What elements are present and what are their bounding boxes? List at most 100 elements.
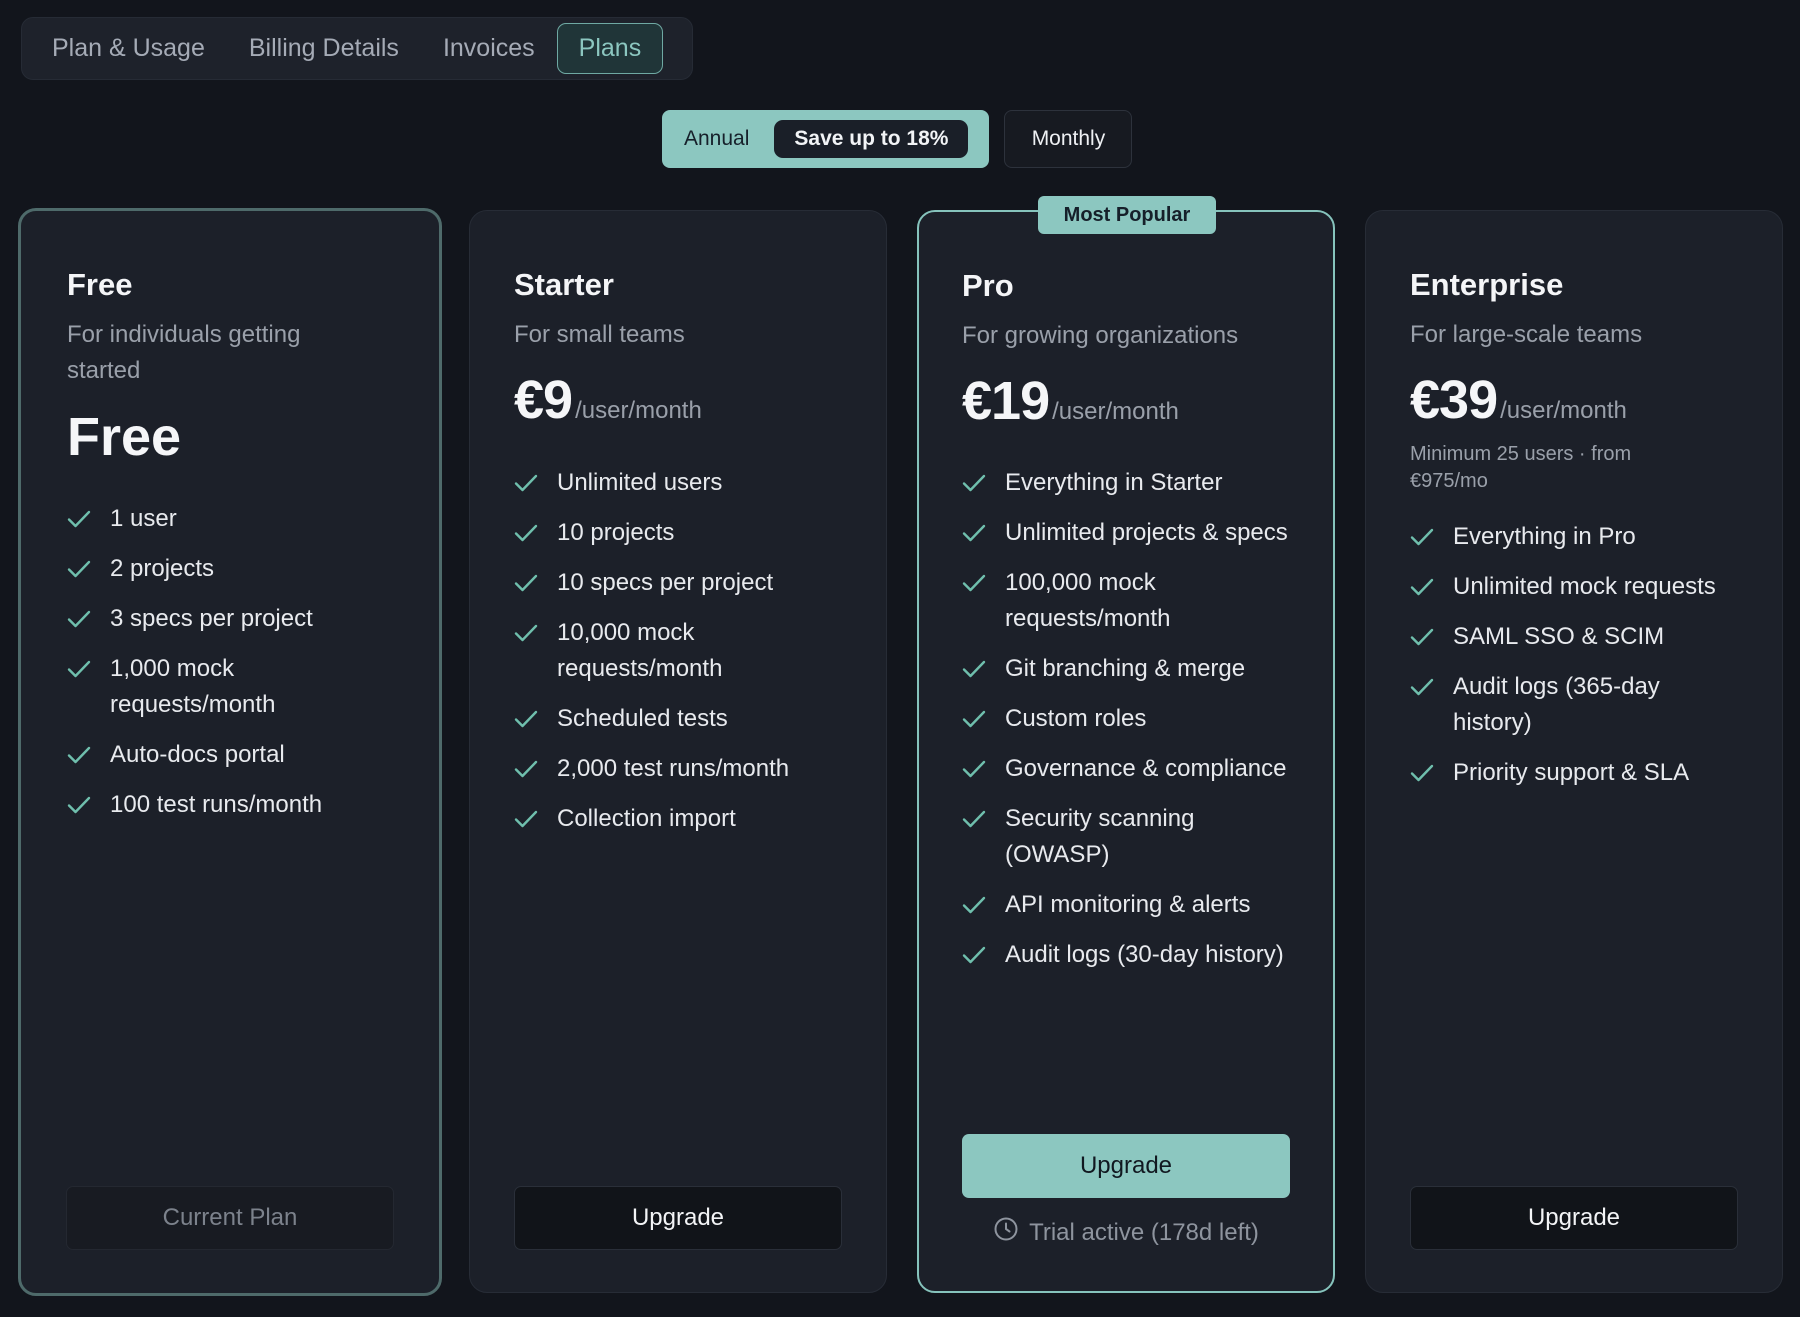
trial-status: Trial active (178d left) xyxy=(919,1216,1333,1249)
feature-item: 2,000 test runs/month xyxy=(514,751,844,787)
feature-item: 10,000 mock requests/month xyxy=(514,615,844,687)
feature-item: Unlimited users xyxy=(514,465,844,501)
check-icon xyxy=(514,465,540,501)
monthly-option[interactable]: Monthly xyxy=(1004,110,1133,168)
feature-item: 1 user xyxy=(67,501,397,537)
feature-list: Everything in Starter Unlimited projects … xyxy=(962,465,1292,987)
check-icon xyxy=(514,701,540,737)
upgrade-button-starter[interactable]: Upgrade xyxy=(514,1186,842,1250)
feature-text: Governance & compliance xyxy=(1005,755,1287,782)
billing-tabs: Plan & Usage Billing Details Invoices Pl… xyxy=(21,17,693,80)
feature-text: Git branching & merge xyxy=(1005,655,1246,682)
feature-text: 100 test runs/month xyxy=(110,791,323,818)
check-icon xyxy=(67,501,93,537)
clock-icon xyxy=(993,1216,1019,1249)
tab-plan-usage[interactable]: Plan & Usage xyxy=(30,23,227,74)
feature-text: 10 specs per project xyxy=(557,569,774,596)
price-unit: /user/month xyxy=(575,397,702,424)
plan-description: For growing organizations xyxy=(962,322,1239,349)
plan-card-free: Free For individuals getting started Fre… xyxy=(18,208,442,1296)
plan-price-row: €39 /user/month xyxy=(1410,369,1627,431)
feature-item: Auto-docs portal xyxy=(67,737,397,773)
feature-item: Everything in Pro xyxy=(1410,519,1740,555)
price-unit: /user/month xyxy=(1500,397,1627,424)
check-icon xyxy=(67,601,93,637)
feature-item: API monitoring & alerts xyxy=(962,887,1292,923)
feature-text: Everything in Starter xyxy=(1005,469,1223,496)
feature-text: 10,000 mock requests/month xyxy=(557,619,723,682)
check-icon xyxy=(962,565,988,601)
feature-list: Unlimited users 10 projects 10 specs per p… xyxy=(514,465,844,851)
upgrade-button-pro[interactable]: Upgrade xyxy=(962,1134,1290,1198)
feature-item: Security scanning (OWASP) xyxy=(962,801,1292,873)
check-icon xyxy=(962,751,988,787)
feature-text: 100,000 mock requests/month xyxy=(1005,569,1171,632)
feature-text: 10 projects xyxy=(557,519,675,546)
feature-text: 2,000 test runs/month xyxy=(557,755,790,782)
check-icon xyxy=(1410,569,1436,605)
feature-text: Auto-docs portal xyxy=(110,741,285,768)
check-icon xyxy=(962,701,988,737)
check-icon xyxy=(962,801,988,837)
check-icon xyxy=(514,751,540,787)
plan-price: €9 xyxy=(514,370,573,430)
feature-item: Priority support & SLA xyxy=(1410,755,1740,791)
check-icon xyxy=(962,937,988,973)
feature-text: 1 user xyxy=(110,505,177,532)
plan-card-enterprise: Enterprise For large-scale teams €39 /us… xyxy=(1365,210,1783,1293)
check-icon xyxy=(1410,755,1436,791)
feature-item: Scheduled tests xyxy=(514,701,844,737)
tab-plans[interactable]: Plans xyxy=(556,23,664,74)
upgrade-button-enterprise[interactable]: Upgrade xyxy=(1410,1186,1738,1250)
check-icon xyxy=(1410,669,1436,705)
feature-text: API monitoring & alerts xyxy=(1005,891,1251,918)
plan-price: €39 xyxy=(1410,370,1498,430)
annual-option[interactable]: Annual Save up to 18% xyxy=(662,110,990,168)
feature-list: 1 user 2 projects 3 specs per project 1,000… xyxy=(67,501,397,837)
check-icon xyxy=(67,551,93,587)
feature-text: Unlimited projects & specs xyxy=(1005,519,1288,546)
feature-text: 1,000 mock requests/month xyxy=(110,655,276,718)
plan-price-row: €19 /user/month xyxy=(962,370,1179,432)
current-plan-button[interactable]: Current Plan xyxy=(66,1186,394,1250)
minimum-users-note: Minimum 25 users · from €975/mo xyxy=(1410,443,1632,492)
check-icon xyxy=(514,801,540,837)
feature-item: Custom roles xyxy=(962,701,1292,737)
billing-period-toggle: Annual Save up to 18% Monthly xyxy=(662,110,1133,168)
feature-item: Unlimited mock requests xyxy=(1410,569,1740,605)
feature-text: Everything in Pro xyxy=(1453,523,1636,550)
plan-name: Enterprise xyxy=(1410,267,1564,302)
feature-item: 100,000 mock requests/month xyxy=(962,565,1292,637)
check-icon xyxy=(514,515,540,551)
feature-item: Collection import xyxy=(514,801,844,837)
check-icon xyxy=(1410,519,1436,555)
feature-item: 1,000 mock requests/month xyxy=(67,651,397,723)
feature-item: Governance & compliance xyxy=(962,751,1292,787)
feature-text: Scheduled tests xyxy=(557,705,728,732)
price-unit: /user/month xyxy=(1052,398,1179,425)
plan-name: Starter xyxy=(514,267,614,302)
feature-text: 2 projects xyxy=(110,555,215,582)
check-icon xyxy=(514,565,540,601)
feature-list: Everything in Pro Unlimited mock requests… xyxy=(1410,519,1740,805)
feature-item: Git branching & merge xyxy=(962,651,1292,687)
check-icon xyxy=(962,515,988,551)
check-icon xyxy=(962,465,988,501)
plan-description: For individuals getting started xyxy=(67,321,301,384)
feature-text: SAML SSO & SCIM xyxy=(1453,623,1665,650)
tab-billing-details[interactable]: Billing Details xyxy=(227,23,421,74)
most-popular-badge: Most Popular xyxy=(1038,196,1216,234)
check-icon xyxy=(962,887,988,923)
feature-text: Priority support & SLA xyxy=(1453,759,1690,786)
feature-item: 3 specs per project xyxy=(67,601,397,637)
feature-item: Audit logs (365-day history) xyxy=(1410,669,1740,741)
check-icon xyxy=(962,651,988,687)
check-icon xyxy=(514,615,540,651)
plan-price: Free xyxy=(67,407,182,467)
plan-name: Free xyxy=(67,267,133,302)
annual-label: Annual xyxy=(684,127,750,150)
feature-item: Audit logs (30-day history) xyxy=(962,937,1292,973)
feature-text: Unlimited users xyxy=(557,469,723,496)
save-badge: Save up to 18% xyxy=(774,120,969,158)
tab-invoices[interactable]: Invoices xyxy=(421,23,557,74)
